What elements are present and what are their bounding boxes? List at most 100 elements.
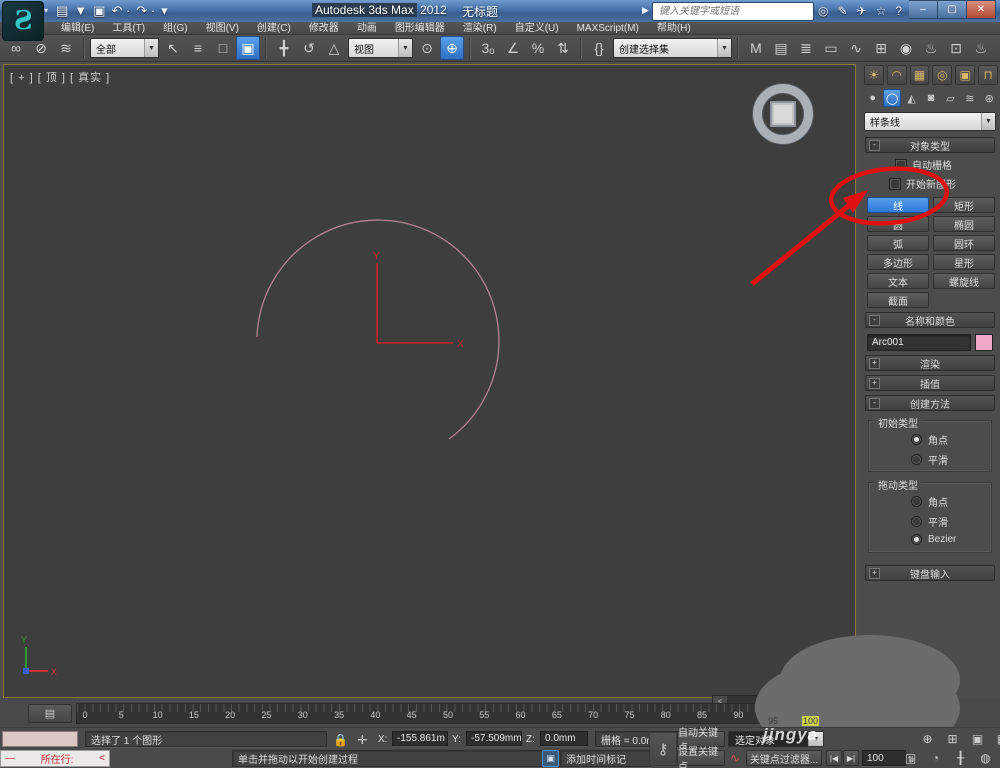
toolbar-button-ribbon-toggle[interactable]: ▭ <box>819 36 843 60</box>
titlebar-icon-help[interactable]: ? <box>895 4 902 18</box>
search-input[interactable] <box>657 5 811 18</box>
shape-button-star[interactable]: 星形 <box>933 254 995 270</box>
menu-item[interactable]: MAXScript(M) <box>568 22 648 35</box>
shape-button-line[interactable]: 线 <box>867 197 929 213</box>
titlebar-icon-communication-center[interactable]: ✎ <box>837 4 847 18</box>
app-menu-arrow-icon[interactable]: ▾ <box>44 6 48 15</box>
named-selection-sets-dropdown[interactable]: 创建选择集 ▼ <box>613 38 732 58</box>
drag-type-radio[interactable]: 角点 <box>911 494 991 509</box>
subcategory-tab-lights[interactable]: ◭ <box>903 89 920 107</box>
viewport-top[interactable]: [ + ] [ 顶 ] [ 真实 ] Y X Y X <box>3 64 856 698</box>
search-expand-icon[interactable]: ▶ <box>642 5 649 16</box>
spline-type-dropdown[interactable]: 样条线 ▼ <box>864 112 996 131</box>
toolbar-button-schematic-view[interactable]: ⊞ <box>869 36 893 60</box>
toolbar-button-align[interactable]: ▤ <box>769 36 793 60</box>
nav-icon-pan[interactable]: ╂ <box>950 749 971 767</box>
rollout-header-creation-method[interactable]: - 创建方法 <box>865 395 995 411</box>
drag-type-radio[interactable]: Bezier <box>911 534 991 545</box>
menu-item[interactable]: 渲染(R) <box>454 22 506 35</box>
titlebar-icon-subscription[interactable]: ✈ <box>857 4 867 18</box>
qat-icon-redo[interactable]: ↷ · <box>136 2 155 20</box>
rollout-header-keyboard-entry[interactable]: + 键盘输入 <box>865 565 995 581</box>
toolbar-button-material-editor[interactable]: ◉ <box>894 36 918 60</box>
application-menu-button[interactable]: S <box>2 1 44 41</box>
shape-button-donut[interactable]: 圆环 <box>933 235 995 251</box>
nav-icon-zoom-extents[interactable]: ▣ <box>967 730 988 748</box>
listener-scroll-icon[interactable]: < <box>99 753 105 764</box>
shape-button-rectangle[interactable]: 矩形 <box>933 197 995 213</box>
expand-icon[interactable]: + <box>869 358 880 369</box>
x-coordinate-field[interactable]: -155.861m <box>392 731 448 746</box>
expand-icon[interactable]: + <box>869 378 880 389</box>
toolbar-button-named-selection-sets[interactable]: {} <box>587 36 611 60</box>
subcategory-tab-cameras[interactable]: ◙ <box>922 89 939 107</box>
category-tab-motion[interactable]: ◎ <box>932 65 953 85</box>
y-coordinate-field[interactable]: -57.509mm <box>466 731 522 746</box>
viewport-label[interactable]: [ + ] [ 顶 ] [ 真实 ] <box>10 69 110 85</box>
open-mini-curve-editor-button[interactable]: ▤ <box>28 704 72 723</box>
toolbar-button-select-and-rotate[interactable]: ↺ <box>297 36 321 60</box>
toolbar-button-rectangular-selection-region[interactable]: □ <box>211 36 235 60</box>
selection-lock-icon[interactable]: 🔒 <box>330 731 351 749</box>
toolbar-button-use-pivot-point-center[interactable]: ⊙ <box>415 36 439 60</box>
menu-item[interactable]: 帮助(H) <box>648 22 700 35</box>
start-new-shape-checkbox[interactable] <box>889 177 901 190</box>
toolbar-button-select-and-scale[interactable]: △ <box>322 36 346 60</box>
autogrid-checkbox[interactable] <box>895 158 907 171</box>
key-filters-button[interactable]: 关键点过滤器... <box>746 750 822 766</box>
category-tab-modify[interactable]: ◠ <box>886 65 907 85</box>
nav-icon-orbit[interactable]: ◍ <box>975 749 996 767</box>
collapse-icon[interactable]: - <box>869 140 880 151</box>
titlebar-icon-search[interactable]: ◎ <box>818 4 828 18</box>
menu-item[interactable]: 工具(T) <box>103 22 154 35</box>
nav-icon-field-of-view[interactable]: ◔ <box>925 749 946 767</box>
add-time-tag[interactable]: 添加时间标记 <box>560 750 652 767</box>
subcategory-tab-shapes[interactable]: ◯ <box>883 89 901 107</box>
menu-item[interactable]: 视图(V) <box>197 22 248 35</box>
minimize-button[interactable]: – <box>909 0 938 19</box>
script-listener-field[interactable]: — 所在行: < <box>0 750 110 767</box>
menu-item[interactable]: 创建(C) <box>248 22 300 35</box>
menu-item[interactable]: 自定义(U) <box>506 22 568 35</box>
close-button[interactable]: ✕ <box>967 0 996 19</box>
new-key-curve-icon[interactable]: ∿ <box>727 750 743 766</box>
collapse-icon[interactable]: - <box>869 398 880 409</box>
initial-type-radio[interactable]: 角点 <box>911 432 991 447</box>
z-coordinate-field[interactable]: 0.0mm <box>540 731 588 746</box>
rollout-header-object-type[interactable]: - 对象类型 <box>865 137 995 153</box>
drag-type-radio[interactable]: 平滑 <box>911 514 991 529</box>
initial-type-radio[interactable]: 平滑 <box>911 452 991 467</box>
toolbar-button-select-by-name[interactable]: ≡ <box>186 36 210 60</box>
go-to-end-button[interactable]: ▶| <box>843 750 859 766</box>
rollout-header-rendering[interactable]: + 渲染 <box>865 355 995 371</box>
nav-icon-zoom-all[interactable]: ⊞ <box>942 730 963 748</box>
set-keys-button[interactable]: ⚷ <box>649 732 677 766</box>
shape-button-helix[interactable]: 螺旋线 <box>933 273 995 289</box>
menu-item[interactable]: 组(G) <box>154 22 196 35</box>
menu-item[interactable]: 编辑(E) <box>52 22 103 35</box>
set-key-button[interactable]: 设置关键点 <box>677 747 725 768</box>
shape-button-section[interactable]: 截面 <box>867 292 929 308</box>
toolbar-button-mirror[interactable]: M <box>744 36 768 60</box>
subcategory-tab-geometry[interactable]: ● <box>864 89 881 107</box>
subcategory-tab-space-warps[interactable]: ≋ <box>961 89 978 107</box>
toolbar-button-bind-to-spacewarp[interactable]: ≋ <box>54 36 78 60</box>
collapse-icon[interactable]: - <box>869 315 880 326</box>
macro-recorder-field[interactable] <box>2 731 78 747</box>
absolute-mode-icon[interactable]: ✛ <box>352 731 373 749</box>
shape-button-polygon[interactable]: 多边形 <box>867 254 929 270</box>
subcategory-tab-helpers[interactable]: ▱ <box>942 89 959 107</box>
reference-coordinate-dropdown[interactable]: 视图 ▼ <box>348 38 413 58</box>
expand-icon[interactable]: + <box>869 568 880 579</box>
viewport-menu-shading[interactable]: [ 真实 ] <box>70 72 110 84</box>
shape-button-arc[interactable]: 弧 <box>867 235 929 251</box>
nav-icon-zoom[interactable]: ⊕ <box>917 730 938 748</box>
qat-icon-new-file[interactable]: ▤ <box>56 2 68 20</box>
toolbar-button-spinner-snap-toggle[interactable]: ⇅ <box>551 36 575 60</box>
toolbar-button-select-object[interactable]: ↖ <box>161 36 185 60</box>
shape-button-ellipse[interactable]: 椭圆 <box>933 216 995 232</box>
shape-button-text[interactable]: 文本 <box>867 273 929 289</box>
nav-icon-zoom-region[interactable]: ◲ <box>900 749 921 767</box>
toolbar-button-snaps-toggle-3d[interactable]: 3ₒ <box>476 36 500 60</box>
qat-icon-save-file[interactable]: ▣ <box>93 2 105 20</box>
